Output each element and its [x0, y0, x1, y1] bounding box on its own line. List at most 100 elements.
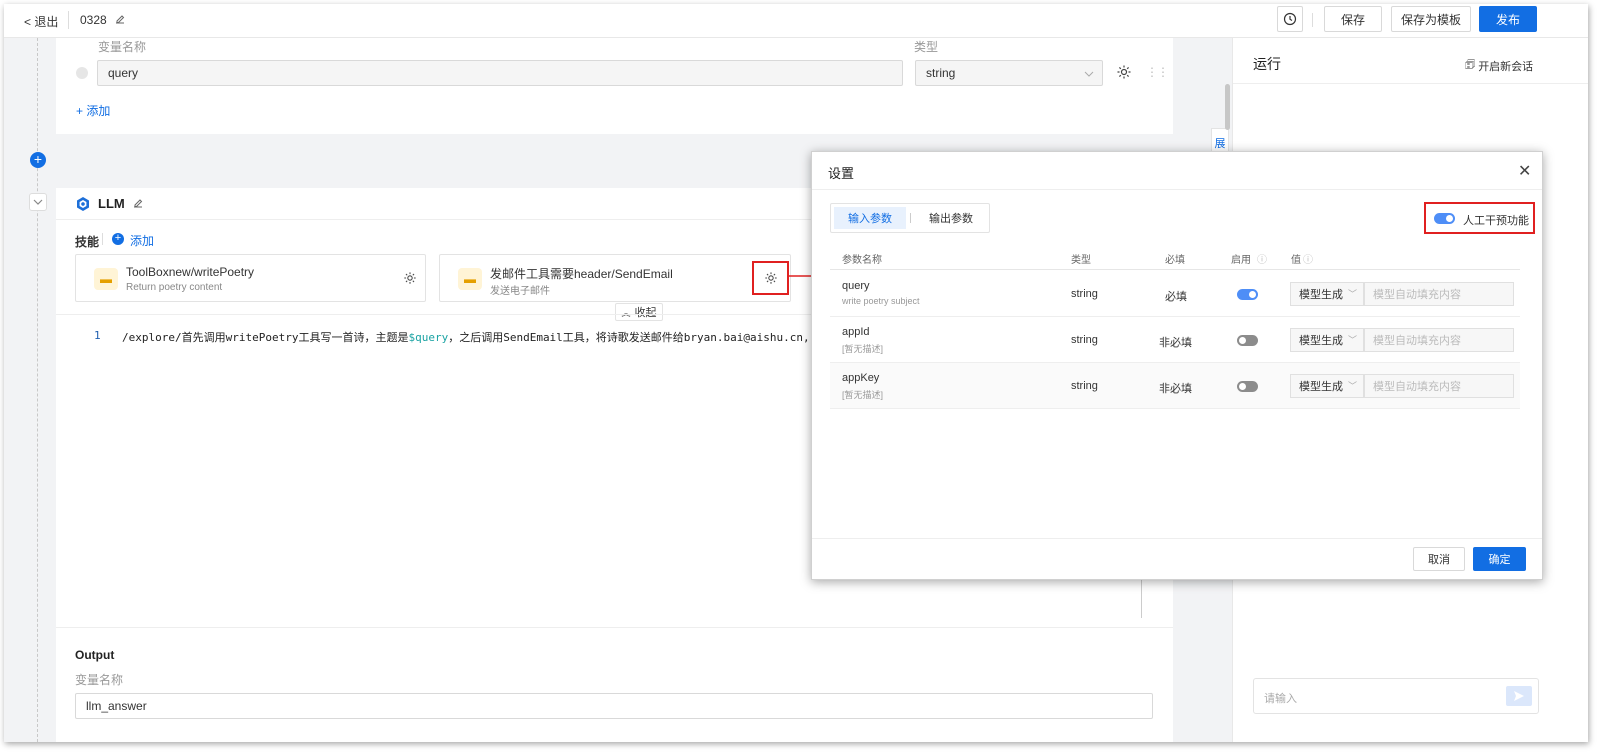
close-icon[interactable]: ✕ [1518, 161, 1531, 181]
toolbox-icon: ▬ [458, 268, 482, 290]
skills-label: 技能 [75, 235, 100, 249]
add-skill-icon[interactable]: + [112, 233, 124, 245]
skill-card[interactable]: ▬ ToolBoxnew/writePoetry Return poetry c… [75, 254, 426, 302]
line-number: 1 [94, 329, 101, 342]
table-row: appId [暂无描述] string 非必填 模型生成 ﹀ 模型自动填充内容 [830, 317, 1520, 363]
dialog-header: 设置 ✕ [812, 152, 1542, 190]
mode-value: 模型生成 [1299, 381, 1343, 393]
add-skill-button[interactable]: 添加 [130, 232, 154, 249]
param-name: query [842, 280, 870, 292]
drag-handle-icon[interactable]: ⋮⋮ [1146, 65, 1169, 79]
param-type: string [1071, 288, 1098, 300]
doc-name: 0328 [80, 13, 107, 27]
dialog-title: 设置 [828, 166, 855, 181]
enable-toggle[interactable] [1237, 335, 1258, 346]
chevron-down-icon: ﹀ [1347, 381, 1357, 391]
tab-input-params[interactable]: 输入参数 [834, 207, 906, 229]
value-input[interactable]: 模型自动填充内容 [1364, 328, 1514, 352]
divider [812, 538, 1542, 539]
param-required: 非必填 [1159, 383, 1192, 395]
input-variables-card: 变量名称 类型 query string ⋮⋮ + 添加 [56, 38, 1173, 134]
send-icon [1514, 691, 1524, 701]
col-type: 类型 [1071, 255, 1091, 266]
output-var-input[interactable]: llm_answer [75, 693, 1153, 719]
prompt-text: /explore/首先调用writePoetry工具写一首诗，主题是 [122, 331, 409, 344]
tab-output-params[interactable]: 输出参数 [915, 207, 987, 229]
param-desc: [暂无描述] [842, 390, 884, 400]
type-select[interactable]: string [915, 60, 1103, 86]
param-type: string [1071, 334, 1098, 346]
param-tabs: 输入参数 输出参数 [830, 203, 990, 233]
prompt-line: /explore/首先调用writePoetry工具写一首诗，主题是$query… [122, 329, 810, 345]
run-title: 运行 [1253, 56, 1281, 72]
param-required: 必填 [1165, 291, 1187, 303]
value-input[interactable]: 模型自动填充内容 [1364, 374, 1514, 398]
enable-toggle[interactable] [1237, 289, 1258, 300]
chevron-down-icon: ﹀ [1347, 335, 1357, 345]
mode-value: 模型生成 [1299, 289, 1343, 301]
confirm-button[interactable]: 确定 [1473, 547, 1526, 571]
skill-desc: 发送电子邮件 [490, 286, 550, 297]
table-row: appKey [暂无描述] string 非必填 模型生成 ﹀ 模型自动填充内容 [830, 363, 1520, 409]
mode-select[interactable]: 模型生成 ﹀ [1290, 328, 1364, 352]
type-select-value: string [926, 66, 956, 80]
param-desc: [暂无描述] [842, 344, 884, 354]
new-session-button[interactable]: 🗊 开启新会话 [1465, 56, 1533, 75]
chevron-down-icon [33, 199, 43, 205]
skill-card[interactable]: ▬ 发邮件工具需要header/SendEmail 发送电子邮件 [439, 254, 791, 302]
manual-intervene-label: 人工干预功能 [1463, 215, 1529, 227]
required-checkbox[interactable] [76, 67, 88, 79]
output-title: Output [75, 648, 115, 662]
skill-name: 发邮件工具需要header/SendEmail [490, 267, 673, 281]
save-button[interactable]: 保存 [1324, 6, 1382, 32]
param-name: appId [842, 326, 870, 338]
skill-name: ToolBoxnew/writePoetry [126, 265, 255, 279]
edit-icon[interactable] [132, 197, 144, 212]
skill-desc: Return poetry content [126, 282, 223, 293]
manual-intervene-toggle[interactable] [1434, 213, 1455, 224]
add-node-icon[interactable]: + [30, 152, 46, 168]
canvas-scrollbar[interactable] [1225, 84, 1230, 130]
divider [68, 11, 69, 29]
chat-icon: 🗊 [1465, 59, 1476, 71]
mode-select[interactable]: 模型生成 ﹀ [1290, 374, 1364, 398]
var-name-header: 变量名称 [98, 40, 147, 54]
output-var-label: 变量名称 [75, 673, 124, 687]
col-value: 值 [1291, 255, 1301, 266]
gear-icon[interactable] [1116, 64, 1132, 83]
flow-rail [37, 38, 38, 742]
publish-button[interactable]: 发布 [1479, 6, 1537, 32]
history-icon [1283, 12, 1297, 26]
exit-button[interactable]: < 退出 [24, 13, 58, 30]
divider [910, 213, 911, 223]
collapse-node-button[interactable] [29, 193, 47, 211]
send-button[interactable] [1506, 686, 1532, 706]
table-header: 参数名称 类型 必填 启用 ⓘ 值 ⓘ [830, 248, 1520, 270]
help-icon: ⓘ [1303, 255, 1313, 266]
chevron-down-icon [1084, 71, 1094, 77]
param-name: appKey [842, 372, 880, 384]
cancel-button[interactable]: 取消 [1413, 547, 1465, 571]
value-input[interactable]: 模型自动填充内容 [1364, 282, 1514, 306]
history-button[interactable] [1277, 6, 1303, 32]
edit-name-icon[interactable] [114, 13, 126, 28]
add-variable-button[interactable]: + 添加 [76, 102, 110, 119]
settings-dialog: 设置 ✕ 输入参数 输出参数 人工干预功能 参数名称 类型 必填 启用 ⓘ 值 … [811, 151, 1543, 580]
chevron-down-icon: ﹀ [1347, 289, 1357, 299]
save-as-template-button[interactable]: 保存为模板 [1391, 6, 1471, 32]
gear-icon[interactable] [403, 271, 417, 288]
param-desc: write poetry subject [842, 296, 920, 306]
var-name-input[interactable]: query [97, 60, 903, 86]
chat-input[interactable]: 请输入 [1253, 678, 1539, 714]
top-bar: < 退出 0328 保存 保存为模板 发布 [4, 4, 1588, 38]
col-required: 必填 [1165, 255, 1185, 266]
enable-toggle[interactable] [1237, 381, 1258, 392]
divider [56, 627, 1173, 628]
prompt-variable: $query [408, 331, 449, 344]
mode-select[interactable]: 模型生成 ﹀ [1290, 282, 1364, 306]
param-type: string [1071, 380, 1098, 392]
prompt-text: ，之后调用SendEmail工具，将诗歌发送邮件给bryan.bai@aishu… [448, 331, 810, 344]
gear-icon[interactable] [764, 271, 778, 288]
divider [102, 233, 103, 245]
mode-value: 模型生成 [1299, 335, 1343, 347]
